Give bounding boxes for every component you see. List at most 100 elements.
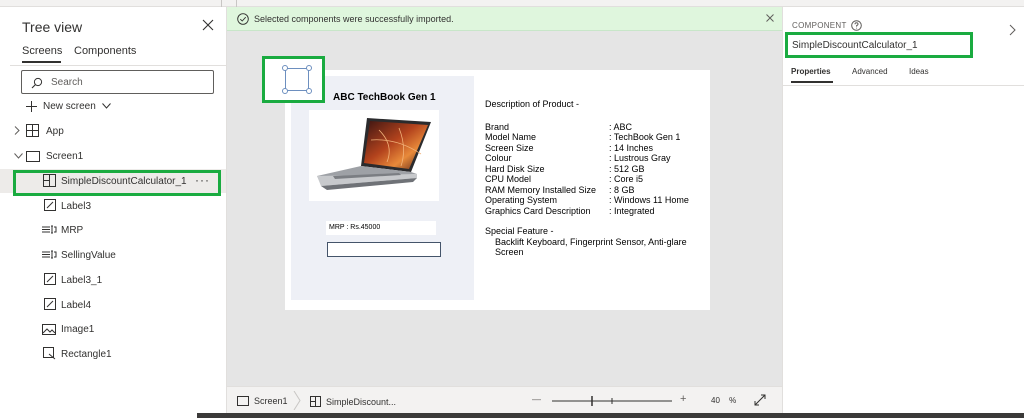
zoom-unit: %: [729, 396, 737, 405]
top-strip: [0, 0, 1024, 7]
spec-value: : Windows 11 Home: [609, 195, 689, 205]
checkmark-circle-icon: [237, 13, 249, 25]
tree-item-label: Image1: [61, 324, 95, 335]
spec-row: CPU Model: Core i5: [485, 174, 700, 185]
tab-properties[interactable]: Properties: [791, 67, 831, 76]
new-screen-button[interactable]: New screen: [26, 99, 111, 113]
success-banner: Selected components were successfully im…: [227, 7, 782, 31]
active-tab-indicator: [791, 81, 833, 83]
help-icon[interactable]: [850, 20, 862, 31]
spec-row: Screen Size: 14 Inches: [485, 143, 700, 154]
product-title[interactable]: ABC TechBook Gen 1: [333, 92, 436, 103]
close-icon[interactable]: [200, 17, 216, 33]
top-strip-tab: [10, 0, 222, 7]
spec-row: Operating System : Windows 11 Home: [485, 195, 700, 206]
spec-row: RAM Memory Installed Size : 8 GB: [485, 185, 700, 196]
breadcrumb-label: Screen1: [254, 396, 288, 406]
spec-row: Brand : ABC: [485, 122, 700, 133]
text-input-icon: [42, 225, 57, 234]
tab-advanced[interactable]: Advanced: [852, 67, 888, 76]
label-icon: [44, 298, 56, 310]
rectangle-icon: [43, 347, 56, 360]
spec-key: RAM Memory Installed Size: [485, 184, 597, 195]
tree-item-screen1[interactable]: Screen1: [0, 144, 226, 168]
spec-value: : 14 Inches: [609, 142, 654, 153]
laptop-picture: [317, 118, 431, 190]
tree-item-label: Rectangle1: [61, 349, 112, 360]
canvas-footer: Screen1 SimpleDiscount... — + 40 %: [227, 386, 782, 413]
design-canvas[interactable]: Selected components were successfully im…: [227, 7, 782, 413]
spec-row: Model Name : TechBook Gen 1: [485, 132, 700, 143]
tree-item-image1[interactable]: Image1: [0, 317, 226, 341]
spec-key: Colour: [485, 153, 512, 163]
zoom-level[interactable]: 40 %: [711, 396, 736, 405]
chevron-right-icon[interactable]: [14, 126, 20, 135]
spec-value: : Integrated: [609, 205, 655, 216]
tree-item-label3[interactable]: Label3: [0, 194, 226, 218]
product-card[interactable]: ABC TechBook Gen 1 MRP: Rs.45000: [291, 76, 474, 300]
tree-item-app[interactable]: App: [0, 119, 226, 143]
tree-item-label: Label3: [61, 201, 92, 212]
component-section-label: COMPONENT: [792, 20, 862, 31]
properties-panel: COMPONENT SimpleDiscountCalculator_1 Pro…: [782, 7, 1024, 413]
feature-title: Special Feature -: [485, 226, 554, 236]
product-description[interactable]: Description of Product - Brand : ABC Mode…: [485, 99, 700, 258]
spec-value: : Core i5: [609, 174, 644, 184]
active-tab-indicator: [22, 61, 61, 63]
search-placeholder: Search: [51, 77, 83, 88]
spec-key: Model Name: [485, 132, 537, 142]
tree-item-label: MRP: [61, 225, 84, 236]
divider: [783, 85, 1024, 86]
image-icon: [42, 324, 56, 335]
spec-key: Brand: [485, 121, 510, 132]
chevron-down-icon: [101, 103, 111, 109]
tree-item-label4[interactable]: Label4: [0, 293, 226, 317]
tree-item-mrp[interactable]: MRP: [0, 218, 226, 242]
mrp-label[interactable]: MRP : Rs.45000: [326, 221, 436, 235]
plus-icon: [26, 100, 37, 112]
spec-key: Hard Disk Size: [485, 163, 545, 174]
tree-item-label: SellingValue: [61, 250, 116, 261]
search-input[interactable]: Search: [21, 70, 214, 94]
tab-components[interactable]: Components: [74, 45, 136, 57]
screen-icon: [26, 151, 40, 162]
close-icon[interactable]: [765, 13, 775, 23]
tree-item-label: Label4: [61, 300, 92, 311]
spec-value: : 8 GB: [609, 184, 635, 195]
spec-key: Operating System: [485, 195, 558, 205]
breadcrumb-component[interactable]: SimpleDiscount...: [310, 396, 396, 407]
zoom-out-button[interactable]: —: [532, 394, 541, 404]
spec-value: : ABC: [609, 121, 633, 132]
spec-row: Graphics Card Description : Integrated: [485, 206, 700, 217]
chevron-right-icon[interactable]: [1009, 24, 1016, 36]
tree-item-label: Label3_1: [61, 275, 103, 286]
tree-item-sellingvalue[interactable]: SellingValue: [0, 243, 226, 267]
new-screen-label: New screen: [43, 100, 96, 112]
top-strip-tab: [232, 0, 237, 7]
tab-ideas[interactable]: Ideas: [909, 67, 929, 76]
label-icon: [44, 199, 56, 211]
spec-value: : TechBook Gen 1: [609, 132, 681, 142]
zoom-slider[interactable]: [552, 395, 672, 407]
spec-value: : 512 GB: [609, 163, 645, 174]
component-icon: [310, 396, 321, 407]
highlight-box: [13, 170, 221, 196]
bottom-bar: [0, 413, 1024, 418]
zoom-in-button[interactable]: +: [680, 393, 686, 405]
text-input-icon: [42, 250, 57, 259]
tree-view-title: Tree view: [22, 19, 83, 35]
laptop-image[interactable]: [309, 110, 439, 201]
selling-value-input[interactable]: [327, 242, 441, 257]
app-icon: [26, 124, 39, 137]
tree-item-label: App: [46, 126, 64, 137]
tab-screens[interactable]: Screens: [22, 45, 62, 57]
tree-item-rectangle1[interactable]: Rectangle1: [0, 342, 226, 366]
description-title: Description of Product -: [485, 99, 580, 109]
fit-to-window-icon[interactable]: [754, 394, 766, 406]
label-icon: [44, 273, 56, 285]
spec-key: Graphics Card Description: [485, 205, 591, 216]
tree-item-label3-1[interactable]: Label3_1: [0, 268, 226, 292]
chevron-down-icon[interactable]: [14, 153, 23, 159]
breadcrumb-screen[interactable]: Screen1: [237, 396, 288, 406]
screen-artboard[interactable]: ABC TechBook Gen 1 MRP: Rs.45000 Descri…: [285, 70, 710, 310]
